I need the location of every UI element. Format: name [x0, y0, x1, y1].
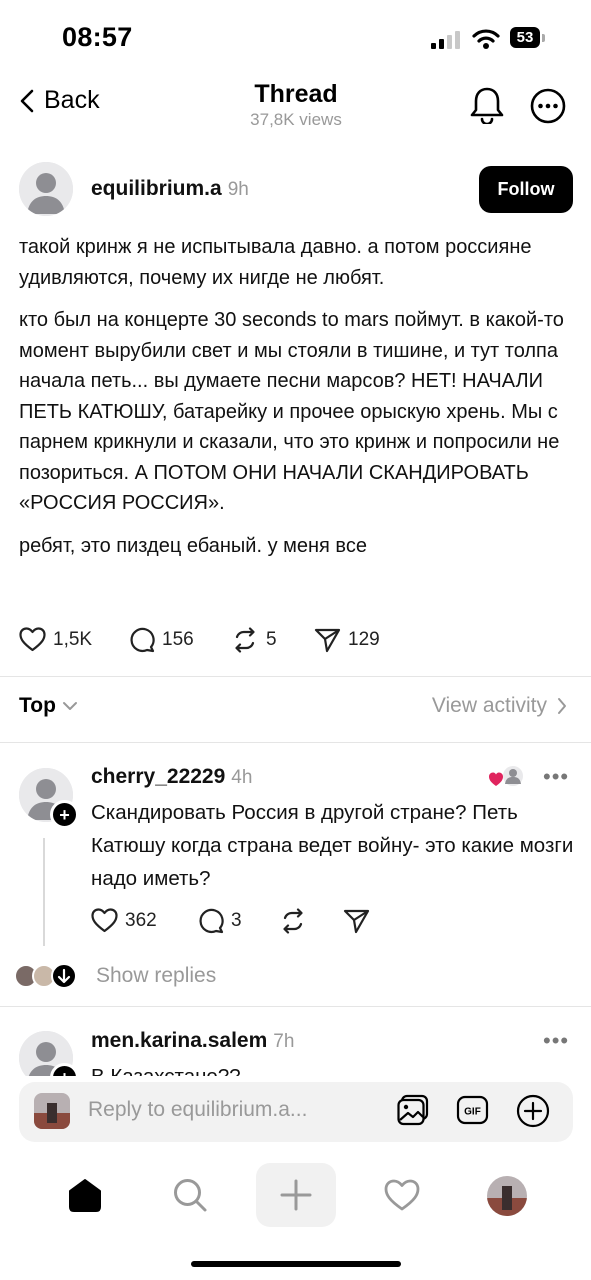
heart-icon [19, 627, 46, 652]
battery-tip [542, 34, 545, 42]
post-paragraph: ребят, это пиздец ебаный. у меня все [19, 534, 367, 557]
repost-button[interactable]: 5 [231, 627, 277, 653]
view-activity-link[interactable]: View activity [432, 694, 567, 718]
plus-icon [279, 1178, 313, 1212]
like-button[interactable]: 1,5K [19, 627, 92, 652]
sort-dropdown[interactable]: Top [19, 694, 78, 718]
divider [0, 676, 591, 677]
repost-icon [283, 908, 303, 934]
send-icon [343, 909, 370, 934]
page-title: Thread [254, 80, 338, 108]
comment-icon [199, 908, 224, 934]
divider [0, 742, 591, 743]
home-indicator [191, 1261, 401, 1267]
like-count: 1,5K [53, 628, 93, 650]
sort-label: Top [19, 694, 56, 717]
post-body: такой кринж я не испытывала давно. а пот… [19, 232, 579, 573]
bell-icon[interactable] [470, 86, 504, 124]
status-time: 08:57 [62, 22, 133, 52]
heart-nav-icon[interactable] [384, 1179, 420, 1211]
reply-more-button[interactable]: ••• [543, 764, 569, 790]
reply-share-button[interactable] [343, 908, 370, 934]
reply-username[interactable]: cherry_22229 [91, 765, 225, 788]
chevron-down-icon [62, 702, 77, 710]
reply-author[interactable]: cherry_22229 4h [91, 765, 252, 789]
reply-username[interactable]: men.karina.salem [91, 1029, 267, 1052]
profile-avatar[interactable] [487, 1176, 527, 1216]
avatar[interactable] [19, 162, 73, 216]
image-icon[interactable] [397, 1094, 430, 1126]
battery-indicator: 53 [510, 27, 540, 48]
send-icon [314, 628, 341, 653]
svg-text:GIF: GIF [464, 1107, 481, 1118]
thread-line [43, 838, 45, 946]
heart-icon [91, 908, 118, 933]
user-avatar [34, 1093, 70, 1129]
reply-time: 4h [231, 767, 253, 788]
share-button[interactable]: 129 [314, 627, 380, 653]
author-liked-indicator [488, 764, 528, 792]
reply-time: 7h [273, 1031, 295, 1052]
reply-body: Скандировать Россия в другой стране? Пет… [91, 801, 574, 890]
wifi-icon [472, 28, 500, 50]
post-paragraph: такой кринж я не испытывала давно. а пот… [19, 236, 532, 289]
default-avatar-icon [19, 162, 73, 216]
post-time: 9h [227, 179, 249, 200]
back-button[interactable]: Back [20, 86, 100, 115]
post-username[interactable]: equilibrium.a [91, 177, 222, 200]
more-options-icon[interactable] [530, 88, 566, 124]
follow-button[interactable]: Follow [479, 166, 573, 213]
reply-input[interactable]: Reply to equilibrium.a... [88, 1098, 307, 1122]
comment-icon [130, 627, 155, 653]
replier-avatars[interactable] [13, 962, 83, 990]
repost-icon [235, 627, 255, 653]
reply-like-button[interactable]: 362 [91, 908, 157, 933]
gif-icon[interactable]: GIF [456, 1094, 490, 1126]
repost-count: 5 [266, 629, 277, 650]
post-paragraph: кто был на концерте 30 seconds to mars п… [19, 309, 564, 514]
view-activity-label: View activity [431, 694, 547, 717]
comment-button[interactable]: 156 [129, 627, 194, 653]
reply-comment-count: 3 [231, 910, 242, 931]
back-label: Back [44, 86, 100, 114]
share-count: 129 [348, 629, 380, 650]
chevron-left-icon [20, 89, 34, 113]
reply-more-button[interactable]: ••• [543, 1028, 569, 1054]
add-icon[interactable] [516, 1094, 550, 1128]
home-icon[interactable] [67, 1177, 103, 1213]
reply-comment-button[interactable]: 3 [198, 908, 242, 934]
post-author[interactable]: equilibrium.a 9h [91, 177, 249, 201]
views-count: 37,8K views [250, 110, 342, 129]
comment-count: 156 [162, 629, 194, 650]
reply-repost-button[interactable] [279, 908, 307, 934]
reply-like-count: 362 [125, 909, 157, 931]
show-replies-link[interactable]: Show replies [96, 964, 216, 988]
reply-author[interactable]: men.karina.salem 7h [91, 1029, 294, 1053]
divider [0, 1006, 591, 1007]
signal-icon [431, 31, 463, 49]
chevron-right-icon [558, 698, 566, 714]
search-icon[interactable] [172, 1177, 208, 1213]
follow-plus-icon[interactable]: + [50, 800, 79, 829]
